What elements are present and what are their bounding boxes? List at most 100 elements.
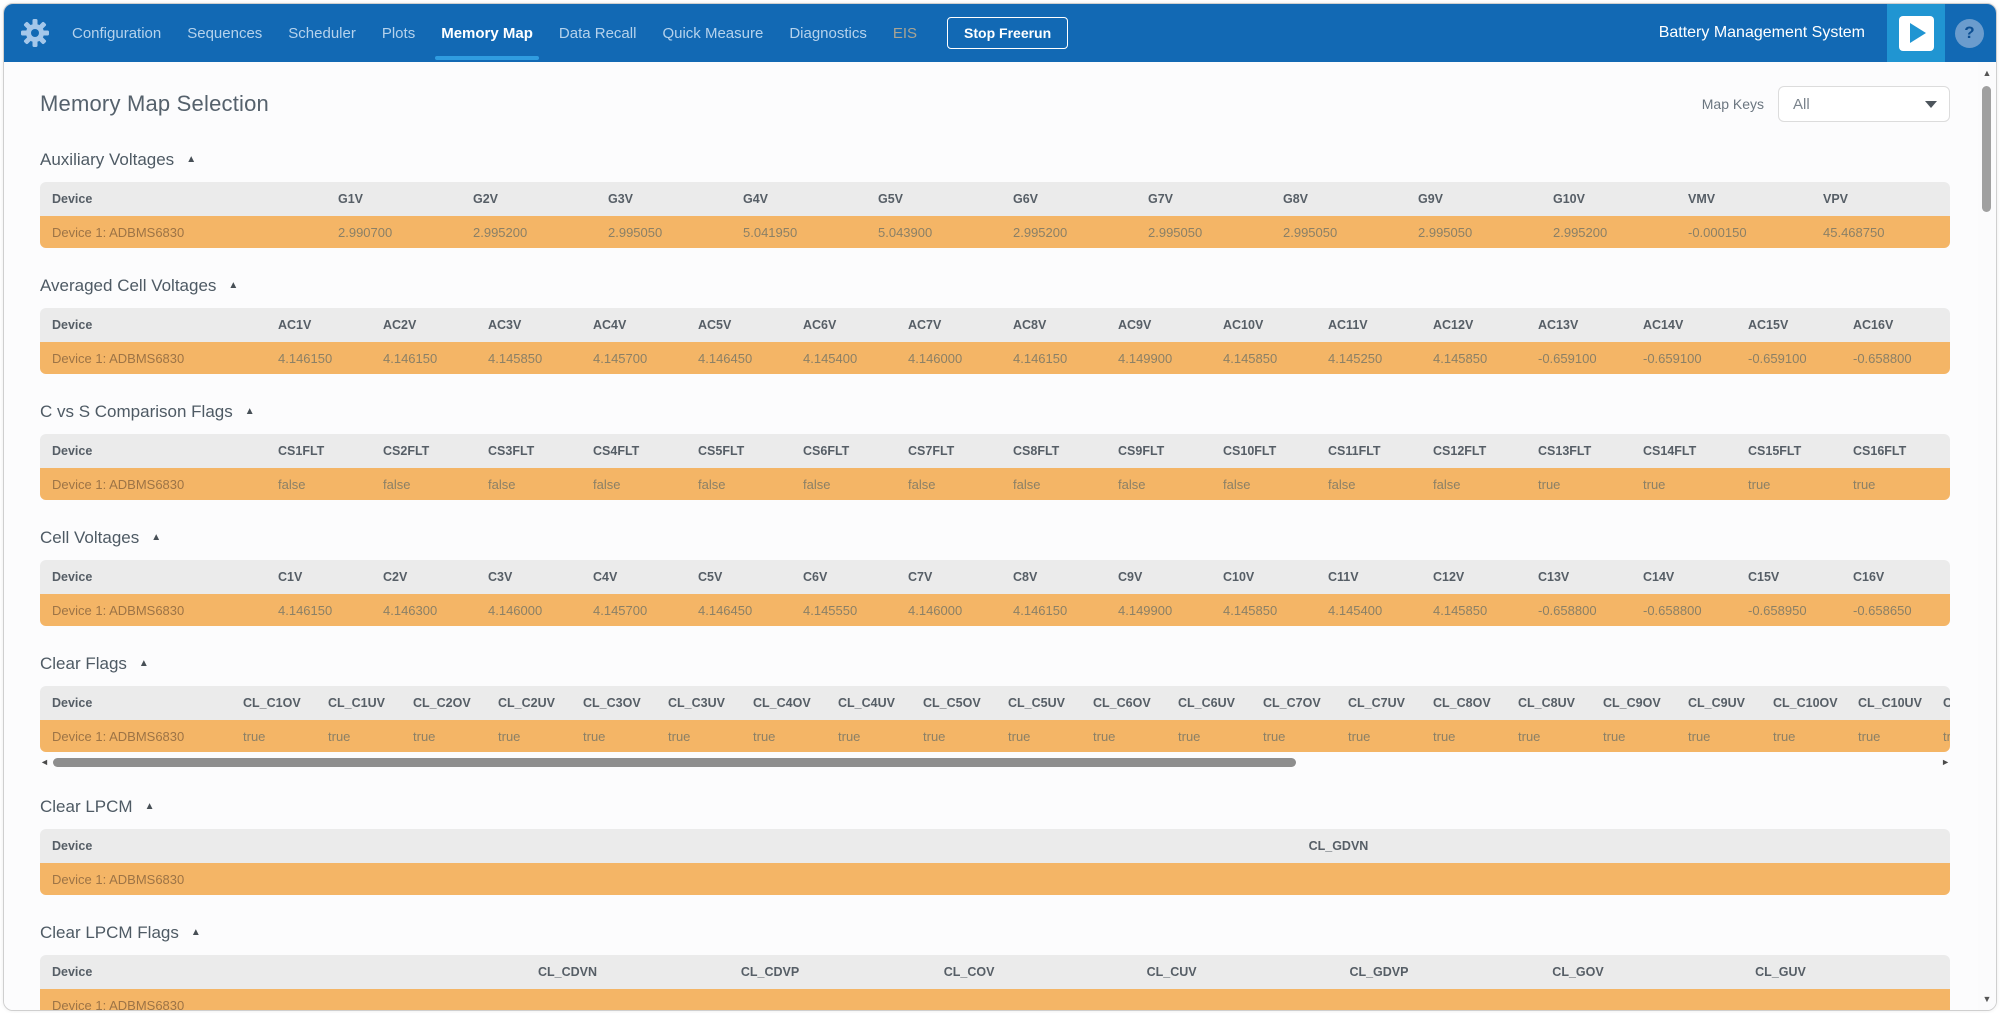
column-header: G9V xyxy=(1410,182,1545,216)
section-toggle-cell-voltages[interactable]: Cell Voltages▲ xyxy=(40,528,161,548)
column-header: Device xyxy=(40,829,1301,863)
tab-configuration[interactable]: Configuration xyxy=(72,25,161,42)
column-header: CS4FLT xyxy=(585,434,690,468)
table-header-row: DeviceCL_GDVN xyxy=(40,829,1950,863)
section-toggle-clear-lpcm[interactable]: Clear LPCM▲ xyxy=(40,797,155,817)
column-header: C16V xyxy=(1845,560,1950,594)
table-cell: true xyxy=(830,720,915,752)
section-toggle-averaged-cell-voltages[interactable]: Averaged Cell Voltages▲ xyxy=(40,276,238,296)
table-row[interactable]: Device 1: ADBMS6830falsefalsefalsefalsef… xyxy=(40,468,1950,500)
table-auxiliary-voltages: DeviceG1VG2VG3VG4VG5VG6VG7VG8VG9VG10VVMV… xyxy=(40,182,1950,248)
column-header: CL_C9UV xyxy=(1680,686,1765,720)
column-header: CS10FLT xyxy=(1215,434,1320,468)
column-header: VMV xyxy=(1680,182,1815,216)
table-cell: 4.145250 xyxy=(1320,342,1425,374)
horizontal-scrollbar[interactable]: ◄► xyxy=(40,755,1950,769)
table-cell: -0.658800 xyxy=(1845,342,1950,374)
section-cell-voltages: Cell Voltages▲DeviceC1VC2VC3VC4VC5VC6VC7… xyxy=(40,528,1950,626)
table-header-row: DeviceCL_C1OVCL_C1UVCL_C2OVCL_C2UVCL_C3O… xyxy=(40,686,1950,720)
horizontal-scrollbar-thumb[interactable] xyxy=(53,758,1297,767)
collapse-icon: ▲ xyxy=(139,659,149,669)
table-header-row: DeviceCS1FLTCS2FLTCS3FLTCS4FLTCS5FLTCS6F… xyxy=(40,434,1950,468)
column-header: CL_C3OV xyxy=(575,686,660,720)
section-auxiliary-voltages: Auxiliary Voltages▲ DeviceG1VG2VG3VG4VG5V… xyxy=(40,150,1950,248)
table-cell: true xyxy=(490,720,575,752)
scroll-down-icon[interactable]: ▼ xyxy=(1978,994,1996,1004)
scroll-up-icon[interactable]: ▲ xyxy=(1978,68,1996,78)
table-cell: -0.659100 xyxy=(1530,342,1635,374)
table-cell: -0.658650 xyxy=(1845,594,1950,626)
tab-data-recall[interactable]: Data Recall xyxy=(559,25,637,42)
column-header: CL_GDVN xyxy=(1301,829,1950,863)
table-cell: 2.995200 xyxy=(1545,216,1680,248)
table-row[interactable]: Device 1: ADBMS68304.1461504.1463004.146… xyxy=(40,594,1950,626)
nav-right-group: Battery Management System ? xyxy=(1659,4,1996,62)
table-cell: 4.146300 xyxy=(375,594,480,626)
tab-plots[interactable]: Plots xyxy=(382,25,415,42)
table-cell: true xyxy=(1425,720,1510,752)
column-header: C6V xyxy=(795,560,900,594)
table-cell: false xyxy=(690,468,795,500)
column-header: AC12V xyxy=(1425,308,1530,342)
table-row[interactable]: Device 1: ADBMS6830 xyxy=(40,863,1950,895)
column-header: AC4V xyxy=(585,308,690,342)
top-navbar: Configuration Sequences Scheduler Plots Memo… xyxy=(4,4,1996,62)
map-keys-dropdown[interactable]: All xyxy=(1778,86,1950,122)
table-cell: -0.659100 xyxy=(1740,342,1845,374)
table-row[interactable]: Device 1: ADBMS68302.9907002.9952002.995… xyxy=(40,216,1950,248)
table-row[interactable]: Device 1: ADBMS6830truetruetruetruetruet… xyxy=(40,720,1950,752)
vertical-scrollbar-thumb[interactable] xyxy=(1982,86,1991,212)
map-keys-label: Map Keys xyxy=(1702,96,1764,112)
table-cell: Device 1: ADBMS6830 xyxy=(40,863,1301,895)
section-toggle-auxiliary-voltages[interactable]: Auxiliary Voltages▲ xyxy=(40,150,196,170)
scroll-right-icon[interactable]: ► xyxy=(1941,758,1950,767)
chevron-down-icon xyxy=(1925,101,1937,108)
play-button[interactable] xyxy=(1887,4,1945,62)
section-toggle-clear-flags[interactable]: Clear Flags▲ xyxy=(40,654,149,674)
table-cell: 4.145850 xyxy=(1215,342,1320,374)
column-header: CS2FLT xyxy=(375,434,480,468)
column-header: CL_CDVN xyxy=(530,955,733,989)
column-header: C14V xyxy=(1635,560,1740,594)
column-header: G4V xyxy=(735,182,870,216)
table-cell: false xyxy=(585,468,690,500)
section-toggle-clear-lpcm-flags[interactable]: Clear LPCM Flags▲ xyxy=(40,923,201,943)
table-cell: true xyxy=(745,720,830,752)
column-header: CL_C3UV xyxy=(660,686,745,720)
tab-diagnostics[interactable]: Diagnostics xyxy=(789,25,867,42)
table-cell: 4.145700 xyxy=(585,594,690,626)
column-header: CL_C6OV xyxy=(1085,686,1170,720)
tab-memory-map[interactable]: Memory Map xyxy=(441,25,533,42)
table-cell: Device 1: ADBMS6830 xyxy=(40,216,330,248)
column-header: AC13V xyxy=(1530,308,1635,342)
column-header: Device xyxy=(40,434,270,468)
column-header: AC10V xyxy=(1215,308,1320,342)
help-icon[interactable]: ? xyxy=(1955,19,1984,48)
section-title: Cell Voltages xyxy=(40,528,139,548)
table-averaged-cell-voltages: DeviceAC1VAC2VAC3VAC4VAC5VAC6VAC7VAC8VAC… xyxy=(40,308,1950,374)
column-header: CS8FLT xyxy=(1005,434,1110,468)
table-header-row: DeviceG1VG2VG3VG4VG5VG6VG7VG8VG9VG10VVMV… xyxy=(40,182,1950,216)
horizontal-scrollbar-track[interactable] xyxy=(53,757,1937,767)
stop-freerun-button[interactable]: Stop Freerun xyxy=(947,17,1068,49)
tab-scheduler[interactable]: Scheduler xyxy=(288,25,356,42)
table-row[interactable]: Device 1: ADBMS6830 xyxy=(40,989,1950,1010)
gear-icon[interactable] xyxy=(20,18,50,48)
play-icon xyxy=(1899,16,1934,51)
collapse-icon: ▲ xyxy=(145,802,155,812)
scroll-left-icon[interactable]: ◄ xyxy=(40,758,49,767)
vertical-scrollbar[interactable]: ▲ ▼ xyxy=(1978,62,1996,1010)
tab-sequences[interactable]: Sequences xyxy=(187,25,262,42)
tab-quick-measure[interactable]: Quick Measure xyxy=(662,25,763,42)
table-cell: false xyxy=(375,468,480,500)
table-clear-flags: DeviceCL_C1OVCL_C1UVCL_C2OVCL_C2UVCL_C3O… xyxy=(40,686,1950,752)
table-cell: 5.043900 xyxy=(870,216,1005,248)
column-header: CL_CDVP xyxy=(733,955,936,989)
table-cell: true xyxy=(1850,720,1935,752)
table-cell xyxy=(530,989,733,1010)
table-cell: true xyxy=(235,720,320,752)
table-cell: 4.149900 xyxy=(1110,342,1215,374)
section-toggle-c-vs-s-comparison-flags[interactable]: C vs S Comparison Flags▲ xyxy=(40,402,255,422)
table-row[interactable]: Device 1: ADBMS68304.1461504.1461504.145… xyxy=(40,342,1950,374)
column-header: CL_C8OV xyxy=(1425,686,1510,720)
